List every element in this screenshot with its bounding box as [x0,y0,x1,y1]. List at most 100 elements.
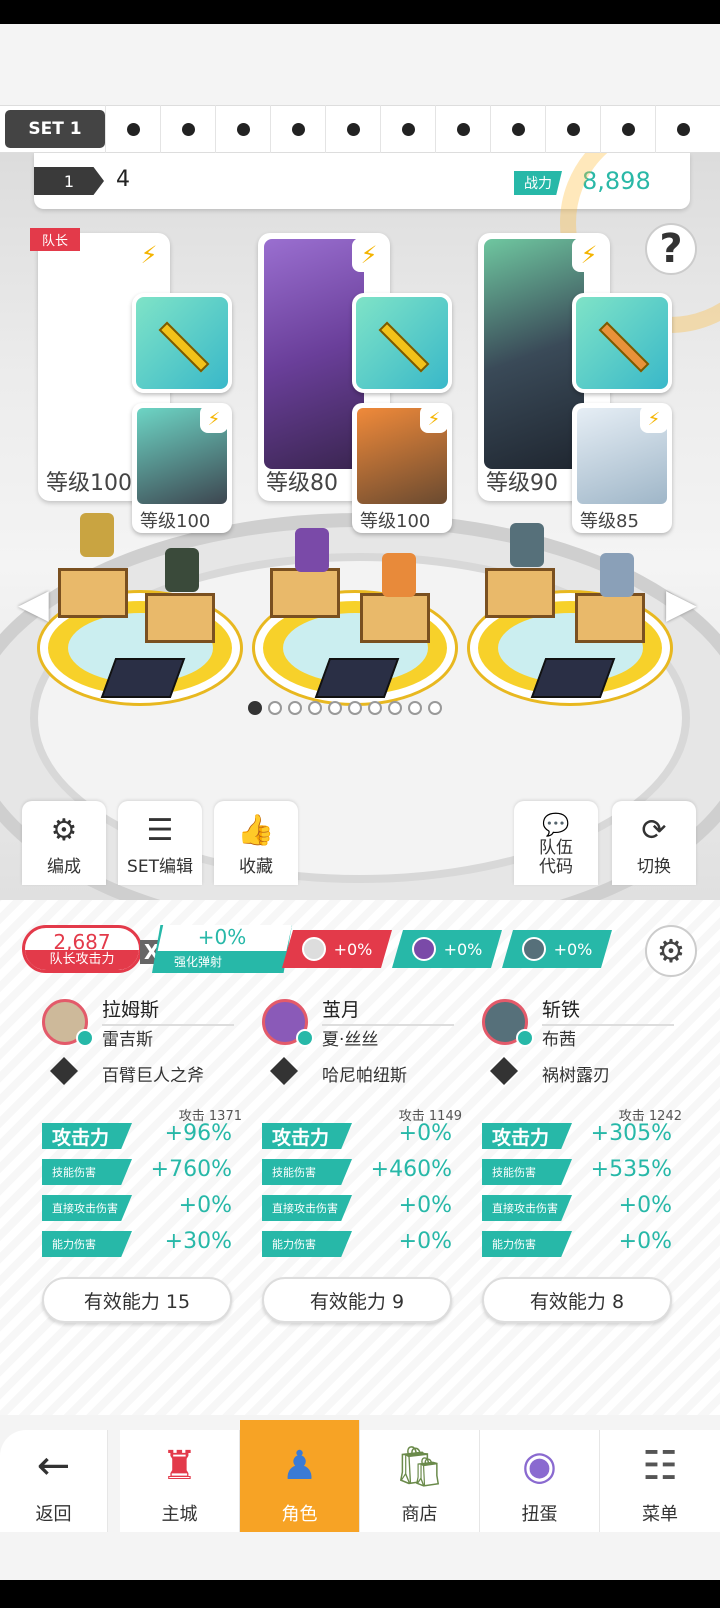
weapon-name: 百臂巨人之斧 [102,1066,204,1086]
set-slot-10[interactable] [545,105,600,153]
hero-name: 拉姆斯 [102,995,234,1026]
hero-sprite-3 [510,523,544,567]
stat-row: 攻击力 +0% [262,1121,452,1151]
stat-label: 技能伤害 [42,1159,132,1185]
page-dot[interactable] [328,701,342,715]
partner-level: 等级85 [580,511,639,532]
system-bar [0,1580,720,1608]
gear-icon[interactable]: ⚙ [645,925,697,977]
mate-bonus-value: +0% [333,939,373,959]
nav-main-city[interactable]: ♜ 主城 [120,1430,240,1532]
nav-character[interactable]: ♟ 角色 [240,1420,360,1532]
team-attack-label: 队长攻击力 [25,950,139,970]
stat-label: 攻击力 [42,1123,132,1149]
nav-gacha[interactable]: ◉ 扭蛋 [480,1430,600,1532]
set-slot-4[interactable] [215,105,270,153]
page-dot[interactable] [348,701,362,715]
nav-base [0,1532,720,1580]
nav-shop[interactable]: 🛍 商店 [360,1430,480,1532]
lightning-icon: ⚡ [200,405,228,433]
set-slot-3[interactable] [160,105,215,153]
hero-sprite-2 [295,528,329,572]
boost-value: +0% [157,925,292,951]
page-dot[interactable] [368,701,382,715]
weapon-slot-2[interactable] [352,293,452,393]
weapon-slot-1[interactable] [132,293,232,393]
character-icon: ♟ [281,1443,318,1489]
menu-list-icon: ☷ [642,1443,678,1489]
block [145,593,215,643]
bottom-nav: ← 返回 ♜ 主城 ♟ 角色 🛍 商店 ◉ 扭蛋 ☷ 菜单 [0,1420,720,1532]
stat-value: +760% [150,1157,232,1182]
set-edit-label: SET编辑 [127,857,193,877]
partner-badge-icon [296,1029,314,1047]
team-name[interactable]: 4 [116,167,130,192]
set-slot-2[interactable] [105,105,160,153]
set-edit-button[interactable]: ☰ SET编辑 [118,801,202,885]
block [485,568,555,618]
weapon-icon [50,1057,78,1085]
stat-label: 攻击力 [262,1123,352,1149]
partner-sprite-3 [600,553,634,597]
stat-label: 能力伤害 [262,1231,352,1257]
weapon-slot-3[interactable] [572,293,672,393]
team-scene: 1 4 战力 8,898 ? 等级100 队长 ⚡ 等级100 ⚡ 等级80 ⚡… [0,153,720,900]
lightning-icon: ⚡ [132,238,166,272]
set-slot-12[interactable] [655,105,710,153]
effective-ability-button[interactable]: 有效能力 8 [482,1277,672,1323]
chat-icon: 💬 [542,813,570,838]
stat-row: 直接攻击伤害 +0% [482,1193,672,1223]
stat-label: 攻击力 [482,1123,572,1149]
stat-row: 攻击力 +305% [482,1121,672,1151]
lightning-icon: ⚡ [420,405,448,433]
set-tab-active[interactable]: SET 1 [5,110,105,148]
effective-ability-button[interactable]: 有效能力 9 [262,1277,452,1323]
mate-avatar [521,937,546,961]
gem-block [314,658,400,698]
lightning-icon: ⚡ [572,238,606,272]
weapon-name: 祸树露刃 [542,1066,610,1086]
hero-level: 等级80 [266,471,338,496]
stat-value: +305% [590,1121,672,1146]
team-code-button[interactable]: 💬 队伍 代码 [514,801,598,885]
partner-badge-icon [76,1029,94,1047]
power-label: 战力 [514,171,562,195]
mate-bonus-value: +0% [553,939,593,959]
favorite-button[interactable]: 👍 收藏 [214,801,298,885]
effective-ability-button[interactable]: 有效能力 15 [42,1277,232,1323]
page-dot[interactable] [268,701,282,715]
set-slot-11[interactable] [600,105,655,153]
stat-value: +0% [178,1193,232,1218]
page-dot[interactable] [308,701,322,715]
favorite-label: 收藏 [239,857,273,877]
partner-name: 夏·丝丝 [322,1030,379,1050]
set-slot-6[interactable] [325,105,380,153]
page-dot[interactable] [388,701,402,715]
page-dot[interactable] [408,701,422,715]
page-dot[interactable] [428,701,442,715]
page-dot[interactable] [288,701,302,715]
set-slot-9[interactable] [490,105,545,153]
nav-menu[interactable]: ☷ 菜单 [600,1430,720,1532]
page-dot[interactable] [248,701,262,715]
prev-arrow-icon[interactable]: ◀ [18,581,49,627]
hero-portrait [484,239,584,469]
hero-portrait [44,239,144,469]
hero-sprite-1 [80,513,114,557]
switch-button[interactable]: ⟳ 切换 [612,801,696,885]
mate-avatar [411,937,436,961]
lightning-icon: ⚡ [352,238,386,272]
set-slot-7[interactable] [380,105,435,153]
set-slot-5[interactable] [270,105,325,153]
nav-back[interactable]: ← 返回 [0,1430,108,1532]
next-arrow-icon[interactable]: ▶ [666,581,697,627]
nav-shop-label: 商店 [401,1504,438,1525]
page-dots [248,701,442,715]
stat-value: +0% [618,1229,672,1254]
formation-button[interactable]: ⚙ 编成 [22,801,106,885]
mate-avatar [301,937,326,961]
set-slot-8[interactable] [435,105,490,153]
stat-value: +0% [398,1121,452,1146]
help-icon[interactable]: ? [645,223,697,275]
block [58,568,128,618]
